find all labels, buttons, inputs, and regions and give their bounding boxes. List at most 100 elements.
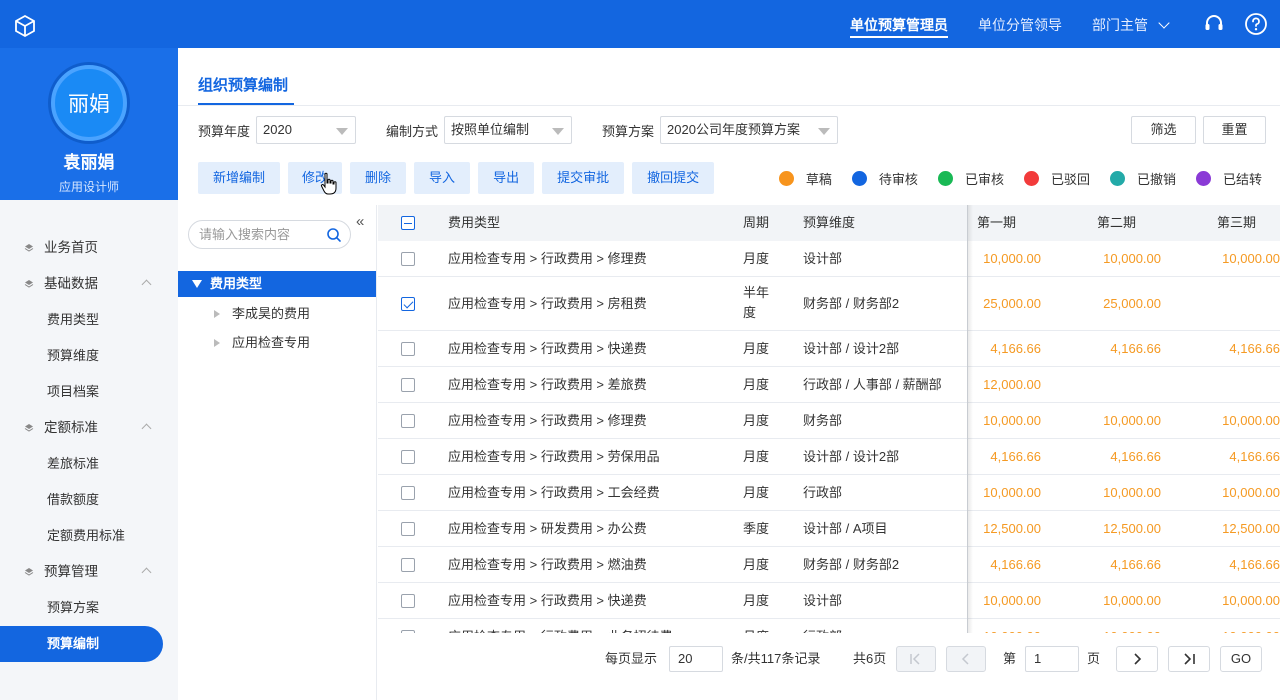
mode-select[interactable]: 按照单位编制 xyxy=(444,116,573,144)
sidebar-item-home[interactable]: 业务首页 xyxy=(0,230,178,266)
export-button[interactable]: 导出 xyxy=(478,162,535,194)
first-page-icon xyxy=(910,653,920,665)
plan-select[interactable]: 2020公司年度预算方案 xyxy=(660,116,839,144)
sidebar-item-label: 业务首页 xyxy=(44,240,98,255)
avatar[interactable]: 丽娟 xyxy=(51,65,127,141)
row-checkbox[interactable] xyxy=(401,252,415,266)
cell-period-3-amount: 10,000.00 xyxy=(1180,628,1280,633)
cell-period-2-amount: 10,000.00 xyxy=(1103,485,1161,500)
per-page-input[interactable]: 20 xyxy=(669,646,723,672)
cell-period-3-amount: 4,166.66 xyxy=(1229,449,1280,464)
headset-icon[interactable] xyxy=(1202,12,1226,36)
sidebar: 丽娟 袁丽娟 应用设计师 业务首页 基础数据 费用类型 预算维度 项目档案 定额… xyxy=(0,48,178,700)
table-row[interactable]: 应用检查专用 > 行政费用 > 房租费 半年度 财务部 / 财务部2 25,000.0… xyxy=(378,277,1280,331)
col-period-2: 第二期 xyxy=(1097,215,1137,230)
cell-period-3-amount: 10,000.00 xyxy=(1222,593,1280,608)
chevron-up-icon xyxy=(141,279,152,290)
table-row[interactable]: 应用检查专用 > 行政费用 > 工会经费 月度 行政部 10,000.00 10,000… xyxy=(378,475,1280,511)
table-row[interactable]: 应用检查专用 > 行政费用 > 业务招待费 月度 行政部 10,000.00 10,00… xyxy=(378,619,1280,633)
layers-icon xyxy=(24,244,34,252)
row-checkbox[interactable] xyxy=(401,522,415,536)
row-checkbox[interactable] xyxy=(401,558,415,572)
row-checkbox[interactable] xyxy=(401,594,415,608)
pagination: 每页显示 20 条/共117条记录 共6页 第 1 页 GO xyxy=(378,646,1280,672)
table-row[interactable]: 应用检查专用 > 行政费用 > 劳保用品 月度 设计部 / 设计2部 4,166.66… xyxy=(378,439,1280,475)
sidebar-menu: 业务首页 基础数据 费用类型 预算维度 项目档案 定额标准 差旅标准 借款额度 … xyxy=(0,230,178,662)
collapse-panel-icon[interactable]: « xyxy=(356,213,364,230)
withdraw-submit-button[interactable]: 撤回提交 xyxy=(632,162,715,194)
submit-approval-button[interactable]: 提交审批 xyxy=(542,162,625,194)
main-panel: 组织预算编制 预算年度 2020 编制方式 按照单位编制 预算方案 2020公司… xyxy=(178,48,1280,700)
table-row[interactable]: 应用检查专用 > 研发费用 > 办公费 季度 设计部 / A项目 12,500.00 1… xyxy=(378,511,1280,547)
year-select[interactable]: 2020 xyxy=(256,116,357,144)
tree-search-input[interactable]: 请输入搜索内容 xyxy=(188,220,351,249)
cell-period-2-amount: 25,000.00 xyxy=(1103,296,1161,311)
cell-period-1-amount: 10,000.00 xyxy=(983,413,1041,428)
sidebar-item-quota-expense[interactable]: 定额费用标准 xyxy=(0,518,178,554)
table-row[interactable]: 应用检查专用 > 行政费用 > 修理费 月度 设计部 10,000.00 10,000.… xyxy=(378,241,1280,277)
tree-node-li-expense[interactable]: 李成昊的费用 xyxy=(214,301,310,327)
go-button[interactable]: GO xyxy=(1220,646,1262,672)
cell-expense-type: 应用检查专用 > 行政费用 > 差旅费 xyxy=(448,377,647,392)
import-button[interactable]: 导入 xyxy=(414,162,471,194)
row-checkbox[interactable] xyxy=(401,486,415,500)
cell-dimension: 设计部 / 设计2部 xyxy=(803,341,900,356)
cube-logo-icon xyxy=(15,14,35,38)
sidebar-group-budget[interactable]: 预算管理 xyxy=(0,554,178,590)
sidebar-item-budget-plan[interactable]: 预算方案 xyxy=(0,590,178,626)
cell-expense-type: 应用检查专用 > 行政费用 > 工会经费 xyxy=(448,485,660,500)
cell-period-1-amount: 10,000.00 xyxy=(983,593,1041,608)
page-prefix: 第 xyxy=(1003,651,1017,666)
caret-down-icon xyxy=(552,128,565,135)
cell-expense-type: 应用检查专用 > 行政费用 > 修理费 xyxy=(448,251,647,266)
role-tab-unit-leader[interactable]: 单位分管领导 xyxy=(978,0,1062,48)
table-row[interactable]: 应用检查专用 > 行政费用 > 修理费 月度 财务部 10,000.00 10,000.… xyxy=(378,403,1280,439)
select-all-checkbox[interactable] xyxy=(401,216,415,230)
sidebar-item-budget-compile[interactable]: 预算编制 xyxy=(0,626,163,662)
sidebar-group-quota[interactable]: 定额标准 xyxy=(0,410,178,446)
prev-page-button[interactable] xyxy=(946,646,986,672)
help-icon[interactable] xyxy=(1244,12,1268,36)
filter-button[interactable]: 筛选 xyxy=(1131,116,1196,144)
row-checkbox[interactable] xyxy=(401,414,415,428)
row-checkbox[interactable] xyxy=(401,342,415,356)
tree-node-app-check[interactable]: 应用检查专用 xyxy=(214,330,310,356)
add-compile-button[interactable]: 新增编制 xyxy=(198,162,281,194)
sidebar-group-basic-data[interactable]: 基础数据 xyxy=(0,266,178,302)
hand-pointer-icon xyxy=(320,172,337,195)
sidebar-item-travel-standard[interactable]: 差旅标准 xyxy=(0,446,178,482)
sidebar-item-loan-limit[interactable]: 借款额度 xyxy=(0,482,178,518)
role-tab-dept-manager-label: 部门主管 xyxy=(1092,17,1148,33)
tab-org-budget-compile[interactable]: 组织预算编制 xyxy=(198,74,288,95)
cell-period-2-amount: 10,000.00 xyxy=(1103,413,1161,428)
table-row[interactable]: 应用检查专用 > 行政费用 > 快递费 月度 设计部 / 设计2部 4,166.66 4… xyxy=(378,331,1280,367)
cell-period-3-amount: 10,000.00 xyxy=(1222,485,1280,500)
next-page-button[interactable] xyxy=(1116,646,1158,672)
caret-right-icon xyxy=(214,310,220,318)
role-tab-budget-admin[interactable]: 单位预算管理员 xyxy=(850,0,948,48)
cell-period-2-amount: 4,166.66 xyxy=(1110,449,1161,464)
row-checkbox[interactable] xyxy=(401,378,415,392)
first-page-button[interactable] xyxy=(896,646,936,672)
last-page-button[interactable] xyxy=(1168,646,1210,672)
budget-table: 费用类型 周期 预算维度 第一期 第二期 第三期 应用检查专用 > 行政费用 >… xyxy=(378,205,1280,633)
tree-node-root[interactable]: 费用类型 xyxy=(178,271,376,297)
row-checkbox[interactable] xyxy=(401,297,415,311)
table-row[interactable]: 应用检查专用 > 行政费用 > 差旅费 月度 行政部 / 人事部 / 薪酬部 12,0… xyxy=(378,367,1280,403)
cell-dimension: 行政部 xyxy=(803,628,842,633)
sidebar-item-project-archive[interactable]: 项目档案 xyxy=(0,374,178,410)
delete-button[interactable]: 删除 xyxy=(350,162,407,194)
chevron-right-icon xyxy=(1134,653,1142,665)
search-icon[interactable] xyxy=(326,227,342,243)
sidebar-item-budget-dimension[interactable]: 预算维度 xyxy=(0,338,178,374)
row-checkbox[interactable] xyxy=(401,450,415,464)
sidebar-item-expense-type[interactable]: 费用类型 xyxy=(0,302,178,338)
reset-button[interactable]: 重置 xyxy=(1203,116,1266,144)
role-tab-dept-manager[interactable]: 部门主管 xyxy=(1092,0,1170,48)
row-checkbox[interactable] xyxy=(401,630,415,633)
table-row[interactable]: 应用检查专用 > 行政费用 > 燃油费 月度 财务部 / 财务部2 4,166.66 4… xyxy=(378,547,1280,583)
page-number-input[interactable]: 1 xyxy=(1025,646,1079,672)
table-row[interactable]: 应用检查专用 > 行政费用 > 快递费 月度 设计部 10,000.00 10,000.… xyxy=(378,583,1280,619)
last-page-icon xyxy=(1184,653,1195,665)
status-legend: 草稿 待审核 已审核 已驳回 已撤销 已结转 xyxy=(759,162,1262,194)
